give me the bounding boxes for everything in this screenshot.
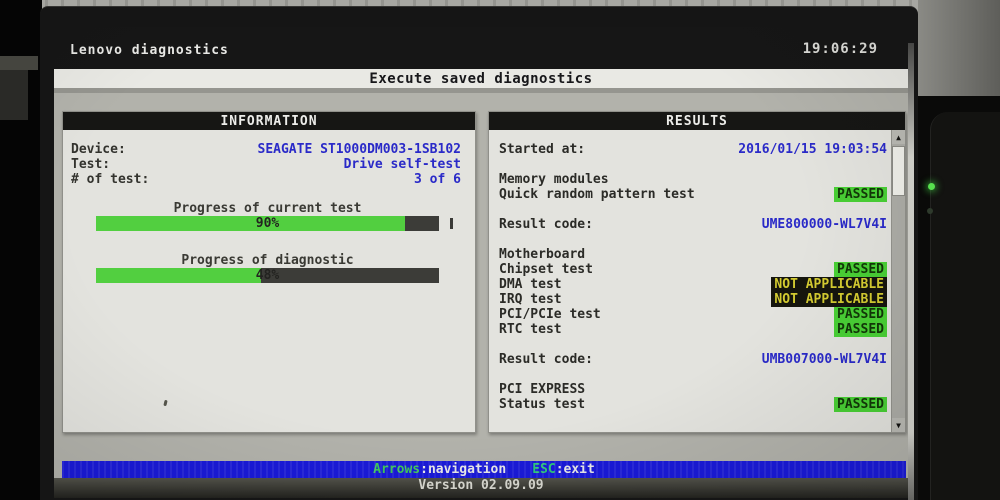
device-value: SEAGATE ST1000DM003-1SB102: [257, 142, 462, 157]
background-wall-right: [918, 0, 1000, 96]
information-panel: INFORMATION Device: SEAGATE ST1000DM003-…: [62, 111, 476, 433]
menu-title: Execute saved diagnostics: [369, 70, 593, 87]
status-badge: PASSED: [834, 397, 887, 412]
esc-action: exit: [563, 462, 595, 477]
result-code-value: UME800000-WL7V4I: [761, 217, 887, 232]
test-row-dma: DMA test NOT APPLICABLE: [499, 277, 887, 292]
status-badge: PASSED: [834, 322, 887, 337]
status-badge: PASSED: [834, 187, 887, 202]
menu-title-bar: Execute saved diagnostics: [54, 69, 908, 88]
progress-current-label: Progress of current test: [173, 201, 362, 216]
background-object: [0, 56, 38, 70]
esc-key-hint: ESC: [532, 462, 556, 477]
device-label: Device:: [71, 142, 126, 157]
progress-diagnostic-percent: 48%: [255, 268, 280, 283]
key-hints-bar: Arrows: navigation ESC: exit: [62, 461, 906, 478]
monitor-bezel: Lenovo diagnostics 19:06:29 Execute save…: [40, 6, 918, 500]
results-panel: RESULTS Started at: 2016/01/15 19:03:54 …: [488, 111, 906, 433]
progress-current-percent: 90%: [255, 216, 280, 231]
test-row-chipset: Chipset test PASSED: [499, 262, 887, 277]
version-text: Version 02.09.09: [418, 478, 544, 493]
information-header: INFORMATION: [63, 112, 475, 130]
test-row: Test: Drive self-test: [71, 157, 461, 172]
status-badge: PASSED: [834, 262, 887, 277]
results-scrollbar[interactable]: ▲ ▼: [891, 130, 905, 432]
started-at-label: Started at:: [499, 142, 586, 157]
status-badge: PASSED: [834, 307, 887, 322]
progress-diagnostic-label: Progress of diagnostic: [181, 253, 354, 268]
version-bar: Version 02.09.09: [54, 478, 908, 498]
progress-diagnostic: Progress of diagnostic 48%: [96, 253, 439, 283]
test-count-label: # of test:: [71, 172, 150, 187]
test-value: Drive self-test: [343, 157, 461, 172]
screen-artifact: [163, 399, 168, 407]
group-motherboard: Motherboard: [499, 247, 586, 262]
status-badge: NOT APPLICABLE: [771, 277, 887, 292]
group-memory-modules: Memory modules: [499, 172, 609, 187]
result-code-row-2: Result code: UMB007000-WL7V4I: [499, 352, 887, 367]
started-at-value: 2016/01/15 19:03:54: [738, 142, 887, 157]
test-row-status: Status test PASSED: [499, 397, 887, 412]
power-led: [928, 183, 935, 190]
arrows-action: navigation: [427, 462, 507, 477]
group-pci-express: PCI EXPRESS: [499, 382, 586, 397]
test-row-rtc: RTC test PASSED: [499, 322, 887, 337]
test-count-value: 3 of 6: [414, 172, 461, 187]
progress-current-bar: 90%: [96, 216, 453, 231]
test-row-pci-pcie: PCI/PCIe test PASSED: [499, 307, 887, 322]
clock: 19:06:29: [802, 41, 878, 57]
test-row-quick-random: Quick random pattern test PASSED: [499, 187, 887, 202]
arrows-key-hint: Arrows: [373, 462, 421, 477]
scroll-down-icon[interactable]: ▼: [892, 418, 905, 432]
diagnostics-screen: Lenovo diagnostics 19:06:29 Execute save…: [54, 27, 908, 498]
title-shadow: [54, 88, 908, 93]
result-code-value: UMB007000-WL7V4I: [761, 352, 887, 367]
photo-of-monitor: Lenovo diagnostics 19:06:29 Execute save…: [0, 0, 1000, 500]
screen-edge-reflection: [908, 43, 914, 500]
top-bar: Lenovo diagnostics 19:06:29: [54, 27, 908, 69]
result-code-row-1: Result code: UME800000-WL7V4I: [499, 217, 887, 232]
pc-tower: [930, 112, 1000, 500]
test-label: Test:: [71, 157, 111, 172]
device-row: Device: SEAGATE ST1000DM003-1SB102: [71, 142, 461, 157]
scrollbar-thumb[interactable]: [892, 146, 905, 196]
results-header: RESULTS: [489, 112, 905, 130]
text-cursor: [450, 218, 453, 229]
scroll-up-icon[interactable]: ▲: [892, 130, 905, 144]
secondary-led: [927, 208, 933, 214]
app-title: Lenovo diagnostics: [70, 43, 229, 58]
started-at-row: Started at: 2016/01/15 19:03:54: [499, 142, 887, 157]
test-row-irq: IRQ test NOT APPLICABLE: [499, 292, 887, 307]
progress-current-test: Progress of current test 90%: [96, 201, 453, 231]
background-object: [0, 70, 28, 120]
test-count-row: # of test: 3 of 6: [71, 172, 461, 187]
progress-diagnostic-bar: 48%: [96, 268, 439, 283]
status-badge: NOT APPLICABLE: [771, 292, 887, 307]
